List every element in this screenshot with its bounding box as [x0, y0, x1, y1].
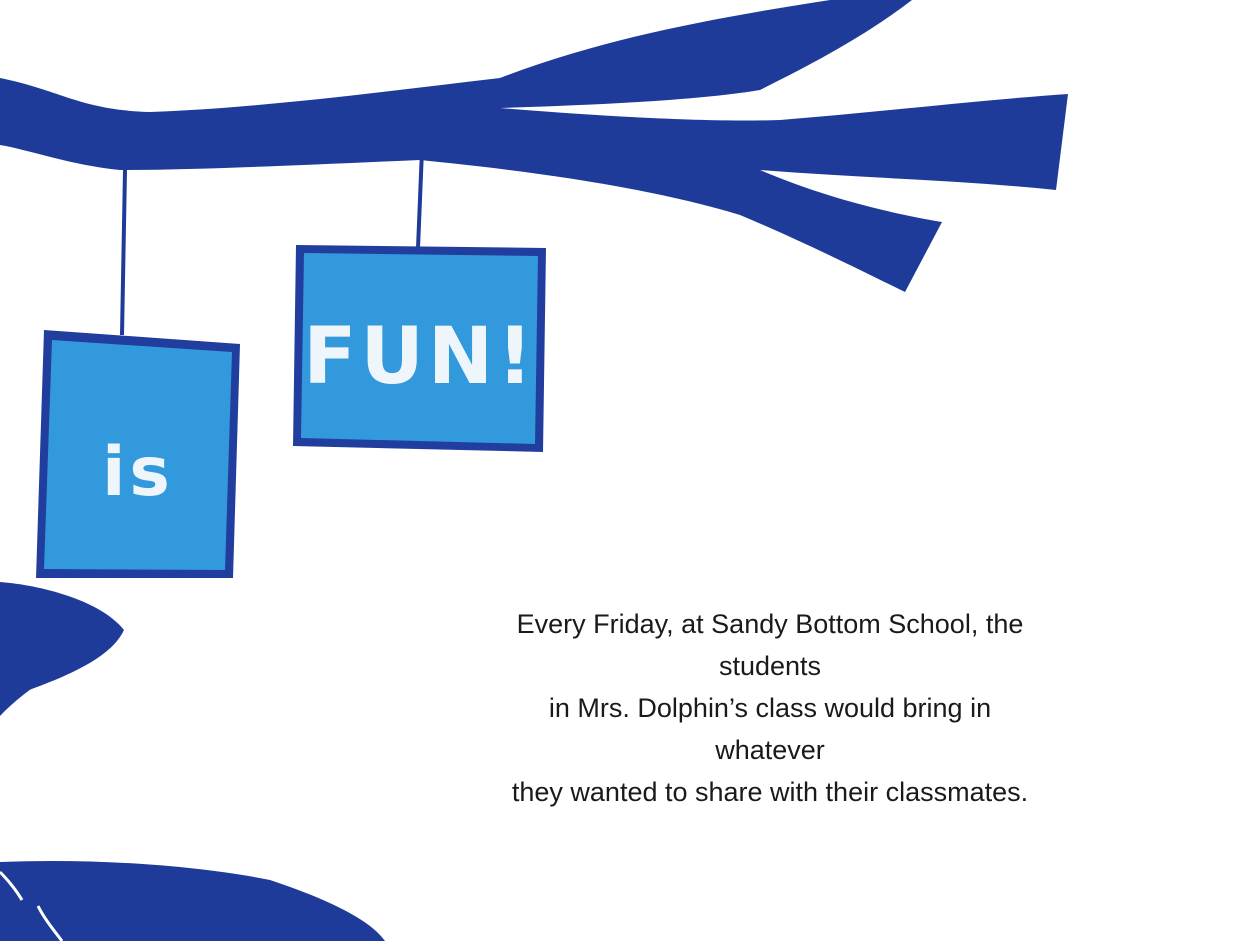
bottom-branch [0, 860, 385, 941]
sign-right: FUN! [293, 245, 546, 452]
sign-string-left [120, 169, 127, 336]
story-line: students [718, 651, 822, 681]
sign-left: is [36, 330, 240, 578]
storybook-page: is FUN! Every Friday, at Sandy Bottom Sc… [0, 0, 1237, 941]
sign-right-label: FUN! [303, 312, 536, 402]
story-line: whatever [715, 735, 825, 765]
story-text: Every Friday, at Sandy Bottom School, th… [450, 603, 1090, 813]
story-line: Every Friday, at Sandy Bottom School, th… [516, 609, 1024, 639]
sign-left-label: is [102, 433, 174, 512]
sign-string-right [416, 149, 424, 249]
story-line: in Mrs. Dolphin’s class would bring in [548, 693, 992, 723]
lower-left-shape [0, 582, 124, 700]
story-line: they wanted to share with their classmat… [511, 777, 1029, 807]
